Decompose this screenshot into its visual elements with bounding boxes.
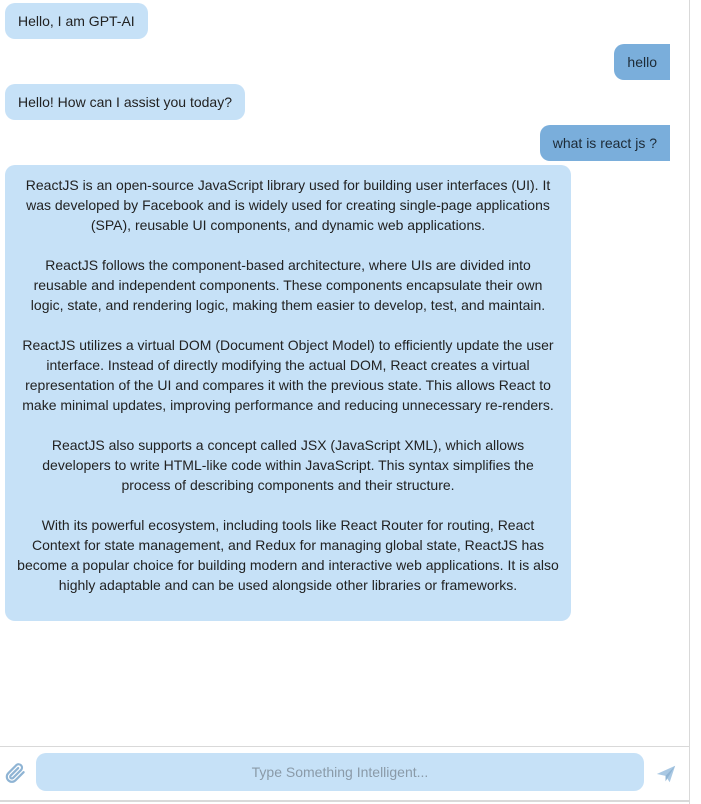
bot-message: ReactJS is an open-source JavaScript lib…	[5, 165, 571, 621]
message-paragraph: ReactJS is an open-source JavaScript lib…	[25, 177, 551, 233]
user-message: what is react js ?	[539, 125, 670, 161]
message-list: Hello, I am GPT-AI hello Hello! How can …	[0, 0, 690, 746]
bot-message: Hello, I am GPT-AI	[5, 3, 148, 39]
user-message: hello	[614, 44, 670, 80]
message-paragraph: ReactJS also supports a concept called J…	[42, 437, 534, 493]
paperclip-icon[interactable]	[4, 762, 26, 784]
paper-plane-icon[interactable]	[655, 763, 677, 785]
composer-bar	[0, 746, 690, 800]
message-input[interactable]	[36, 753, 644, 791]
message-paragraph: ReactJS follows the component-based arch…	[30, 257, 546, 313]
message-paragraph: ReactJS utilizes a virtual DOM (Document…	[22, 337, 554, 413]
bot-message: Hello! How can I assist you today?	[5, 84, 245, 120]
divider	[0, 800, 690, 802]
chat-window: Hello, I am GPT-AI hello Hello! How can …	[0, 0, 690, 804]
message-paragraph: With its powerful ecosystem, including t…	[17, 517, 559, 593]
